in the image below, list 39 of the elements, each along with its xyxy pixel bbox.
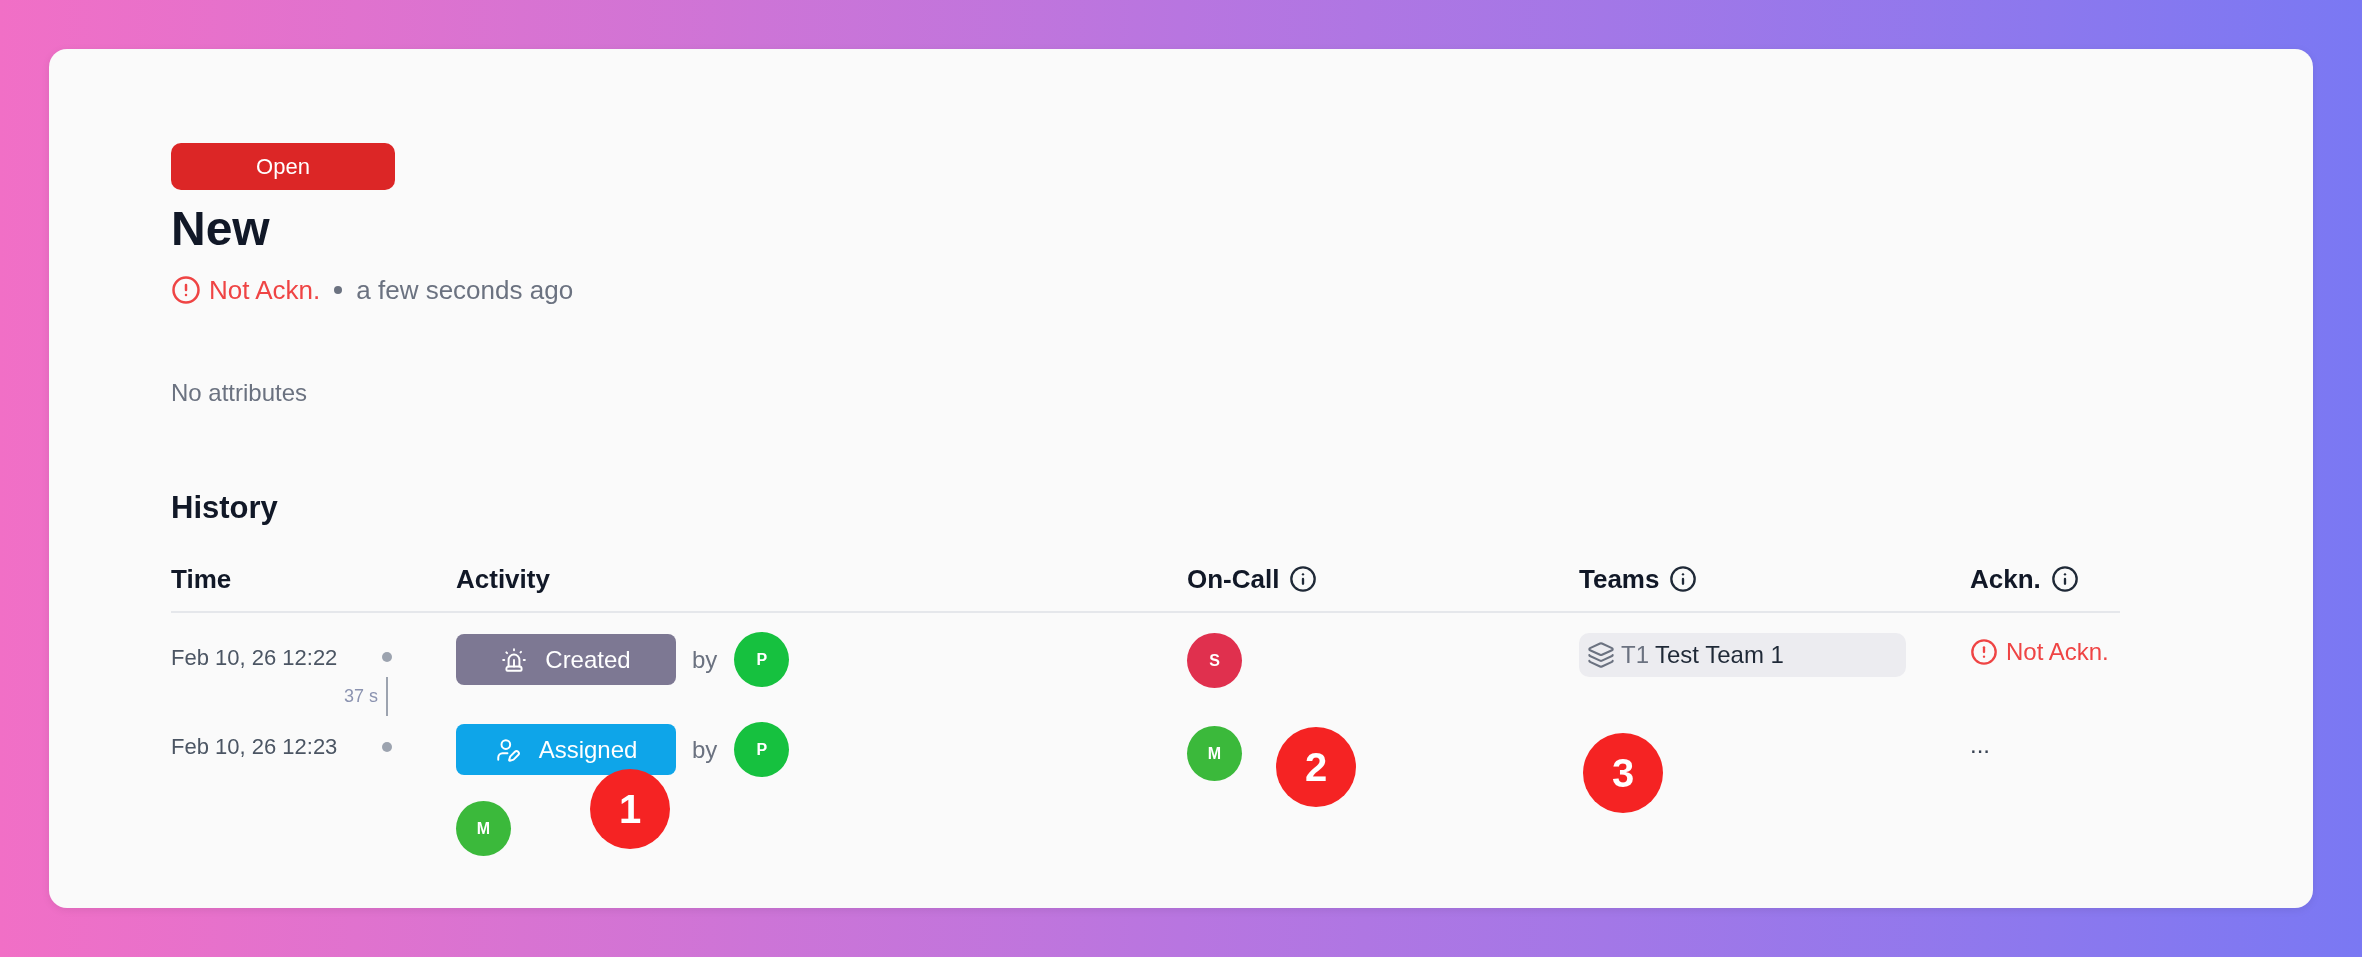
- status-badge: Open: [171, 143, 395, 190]
- team-code: T1: [1621, 640, 1649, 670]
- time-cell-text: Feb 10, 26 12:22: [171, 643, 338, 672]
- alert-circle-icon: [1970, 638, 1998, 666]
- by-label: by: [692, 644, 718, 675]
- team-name: Test Team 1: [1655, 640, 1784, 670]
- ack-status: ...: [1970, 730, 1990, 760]
- avatar: P: [734, 632, 790, 687]
- avatar: M: [456, 801, 511, 856]
- layers-icon: [1587, 641, 1615, 669]
- by-label: by: [692, 734, 718, 765]
- info-icon[interactable]: [1289, 565, 1318, 593]
- number-marker: 2: [1276, 727, 1356, 807]
- time-ago: a few seconds ago: [356, 273, 574, 307]
- interval-label: 37 s: [343, 685, 378, 708]
- user-pencil-icon: [494, 736, 521, 763]
- avatar: P: [734, 722, 790, 777]
- number-marker: 1: [590, 769, 670, 849]
- siren-icon: [501, 646, 528, 673]
- time-cell-text: Feb 10, 26 12:23: [171, 733, 338, 761]
- column-header: Activity: [456, 562, 550, 596]
- incident-title: New: [171, 201, 270, 257]
- avatar: S: [1187, 633, 1242, 688]
- attributes-text: No attributes: [171, 378, 308, 408]
- section-title: History: [171, 489, 278, 527]
- activity-badge: Assigned: [456, 724, 676, 775]
- ack-status: Not Ackn.: [209, 273, 321, 307]
- info-icon[interactable]: [2050, 565, 2079, 593]
- column-header: Teams: [1579, 562, 1660, 596]
- ack-status: Not Ackn.: [2006, 637, 2109, 667]
- alert-circle-icon: [171, 275, 201, 305]
- column-header: On-Call: [1187, 562, 1280, 596]
- activity-badge: Created: [456, 634, 676, 685]
- timeline-connector: [386, 677, 388, 716]
- column-header: Ackn.: [1970, 562, 2041, 596]
- number-marker: 3: [1583, 733, 1663, 813]
- column-header: Time: [171, 562, 232, 596]
- avatar: M: [1187, 726, 1242, 781]
- info-icon[interactable]: [1669, 565, 1698, 593]
